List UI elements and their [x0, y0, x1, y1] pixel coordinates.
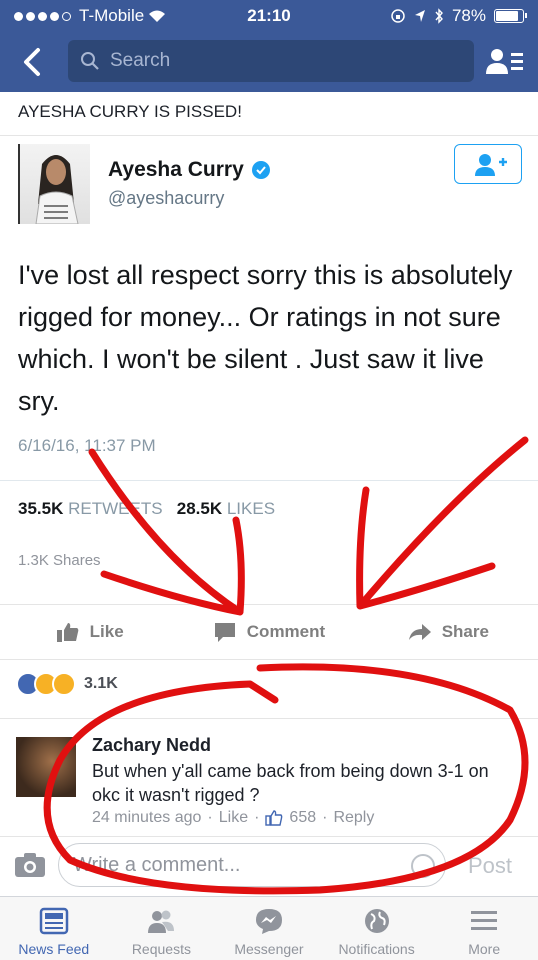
battery-percent: 78%	[451, 6, 486, 25]
search-icon	[81, 52, 99, 70]
reaction-count: 3.1K	[84, 675, 118, 692]
tab-label: Requests	[131, 941, 191, 957]
search-placeholder: Search	[110, 50, 171, 71]
tab-messenger[interactable]: Messenger	[215, 897, 323, 960]
post-title: AYESHA CURRY IS PISSED!	[0, 92, 538, 136]
rotation-lock-icon	[391, 9, 405, 23]
like-label: Like	[89, 622, 124, 641]
status-right: 78%	[390, 6, 527, 26]
tab-requests[interactable]: Requests	[108, 897, 216, 960]
battery-icon	[494, 9, 527, 23]
comment-reply-link[interactable]: Reply	[333, 809, 374, 827]
like-button[interactable]: Like	[0, 605, 179, 659]
tab-notifications[interactable]: Notifications	[323, 897, 431, 960]
like-count: 28.5K	[176, 499, 223, 518]
follow-button[interactable]	[454, 144, 522, 184]
post-button[interactable]: Post	[468, 853, 512, 879]
messenger-icon	[255, 909, 282, 934]
tweet-author-name-text: Ayesha Curry	[108, 158, 244, 181]
camera-icon[interactable]	[14, 851, 46, 879]
tab-bar: News Feed Requests Messenger Notificatio…	[0, 896, 538, 960]
retweet-label: RETWEETS	[68, 499, 163, 518]
thumbs-up-icon	[56, 623, 78, 642]
avatar-photo	[35, 155, 79, 224]
tweet-card[interactable]: Ayesha Curry @ayeshacurry I've lost all …	[0, 138, 538, 546]
bluetooth-icon	[435, 8, 443, 24]
comment-item: Zachary Nedd But when y'all came back fr…	[0, 718, 538, 836]
comment-composer: Write a comment... Post	[0, 836, 538, 896]
tab-label: Notifications	[338, 941, 415, 957]
commenter-name[interactable]: Zachary Nedd	[92, 735, 211, 756]
follow-icon	[475, 154, 507, 176]
comment-label: Comment	[246, 622, 326, 641]
tweet-date[interactable]: 6/16/16, 11:37 PM	[18, 436, 156, 456]
share-button[interactable]: Share	[359, 605, 538, 659]
status-bar: T-Mobile 21:10 78%	[0, 0, 538, 32]
action-bar: Like Comment Share	[0, 604, 538, 660]
sad-reaction-icon	[52, 672, 76, 696]
tab-news-feed[interactable]: News Feed	[0, 897, 108, 960]
tweet-author-name[interactable]: Ayesha Curry	[108, 158, 270, 182]
back-icon[interactable]	[16, 44, 52, 80]
comment-time: 24 minutes ago	[92, 809, 202, 826]
tweet-handle[interactable]: @ayeshacurry	[108, 188, 224, 209]
separator: ·	[207, 809, 213, 826]
globe-icon	[364, 909, 389, 933]
like-label: LIKES	[226, 499, 276, 518]
share-label: Share	[441, 622, 489, 641]
menu-icon	[471, 911, 498, 930]
comment-like-link[interactable]: Like	[219, 809, 248, 827]
search-input[interactable]: Search	[68, 40, 474, 82]
thumbs-up-outline-icon	[265, 810, 283, 826]
comment-text: But when y'all came back from being down…	[92, 761, 489, 805]
reactions-summary[interactable]: 3.1K	[16, 672, 118, 696]
tab-label: Messenger	[234, 941, 304, 957]
tweet-stats: 35.5K RETWEETS 28.5K LIKES	[0, 480, 538, 537]
separator: ·	[254, 809, 260, 826]
nav-bar: Search	[0, 40, 538, 84]
comment-icon	[214, 623, 235, 642]
separator: ·	[322, 809, 328, 826]
location-icon	[414, 10, 425, 22]
share-count[interactable]: 1.3K Shares	[18, 552, 101, 569]
comment-meta: 24 minutes ago · Like · 658 · Reply	[92, 809, 374, 827]
sticker-icon[interactable]	[411, 854, 435, 878]
retweet-count: 35.5K	[18, 499, 64, 518]
share-icon	[408, 624, 431, 640]
tab-label: News Feed	[18, 941, 90, 957]
tab-more[interactable]: More	[430, 897, 538, 960]
friends-list-icon[interactable]	[484, 44, 526, 80]
comment-like-count: 658	[289, 809, 317, 826]
tweet-text: I've lost all respect sorry this is abso…	[18, 260, 513, 416]
top-bar: T-Mobile 21:10 78% Search	[0, 0, 538, 92]
news-feed-icon	[39, 907, 69, 935]
tab-label: More	[468, 941, 501, 957]
friends-icon	[148, 910, 175, 933]
comment-input[interactable]: Write a comment...	[58, 843, 446, 887]
comment-button[interactable]: Comment	[179, 605, 358, 659]
tweet-avatar[interactable]	[18, 144, 90, 224]
commenter-avatar[interactable]	[16, 737, 76, 797]
verified-icon	[251, 161, 270, 179]
comment-placeholder: Write a comment...	[73, 854, 241, 876]
